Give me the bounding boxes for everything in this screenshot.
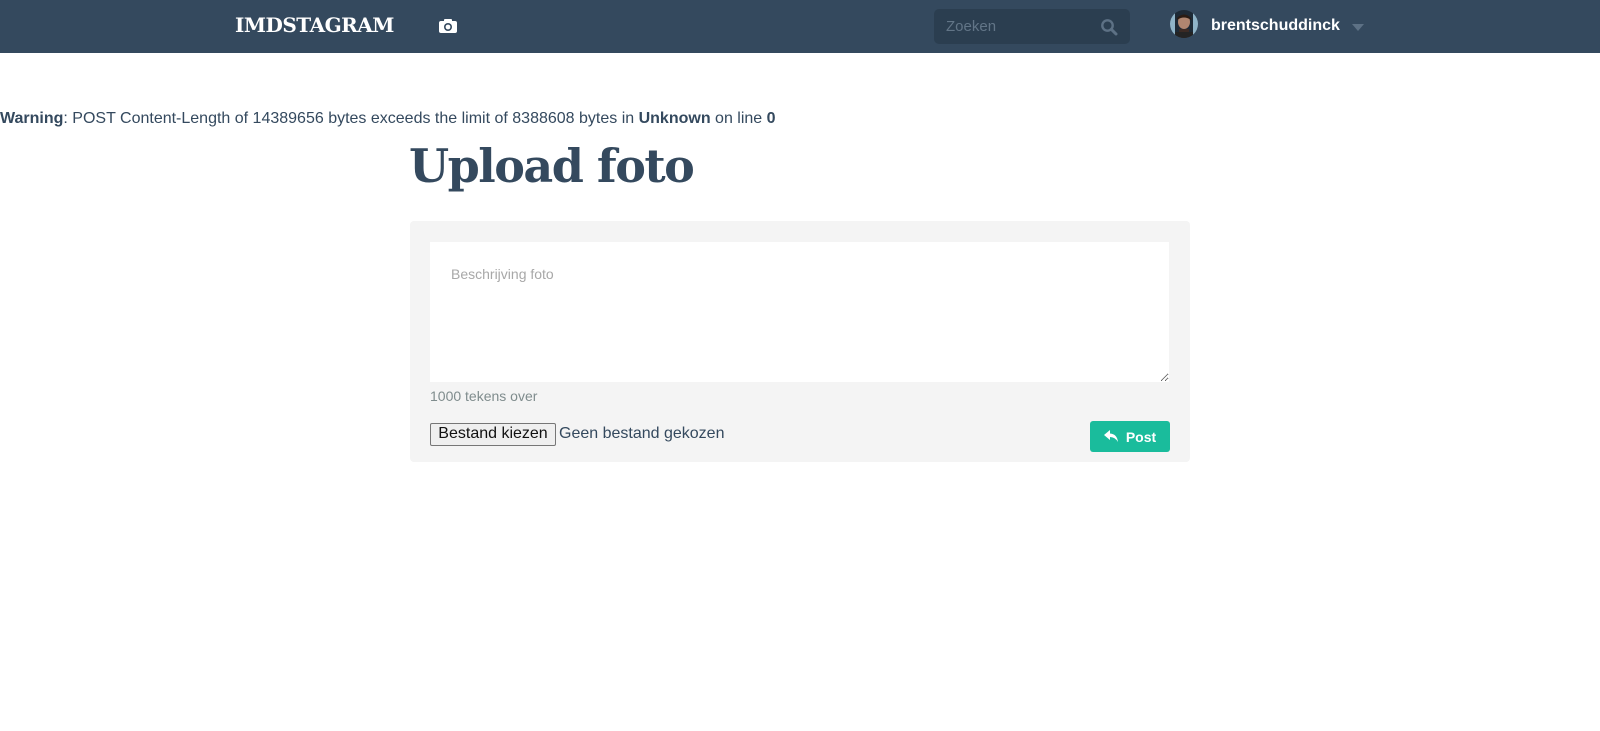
char-counter: 1000 tekens over: [430, 388, 538, 404]
search-icon[interactable]: [1100, 18, 1118, 36]
warning-file: Unknown: [638, 110, 711, 127]
choose-file-button[interactable]: Bestand kiezen: [430, 423, 556, 446]
search-input[interactable]: [934, 9, 1094, 44]
php-warning: Warning: POST Content-Length of 14389656…: [0, 110, 776, 128]
post-button[interactable]: Post: [1090, 421, 1170, 452]
reply-icon: [1103, 430, 1119, 443]
username-link[interactable]: brentschuddinck: [1211, 17, 1340, 35]
brand-logo[interactable]: IMDSTAGRAM: [235, 13, 394, 37]
warning-message: : POST Content-Length of 14389656 bytes …: [63, 110, 639, 127]
upload-form-panel: 1000 tekens over Bestand kiezen Geen bes…: [410, 221, 1190, 462]
post-button-label: Post: [1125, 428, 1157, 445]
description-textarea[interactable]: [430, 242, 1169, 382]
camera-icon[interactable]: [436, 15, 460, 37]
warning-label: Warning: [0, 110, 64, 127]
avatar[interactable]: [1170, 10, 1198, 38]
search-box: [934, 9, 1130, 44]
caret-down-icon[interactable]: [1352, 24, 1364, 31]
warning-line: 0: [766, 110, 776, 127]
top-navbar: IMDSTAGRAM brentschuddinck: [0, 0, 1600, 53]
file-status-text: Geen bestand gekozen: [559, 425, 725, 442]
warning-line-text: on line: [710, 110, 767, 127]
page-title: Upload foto: [409, 139, 695, 193]
